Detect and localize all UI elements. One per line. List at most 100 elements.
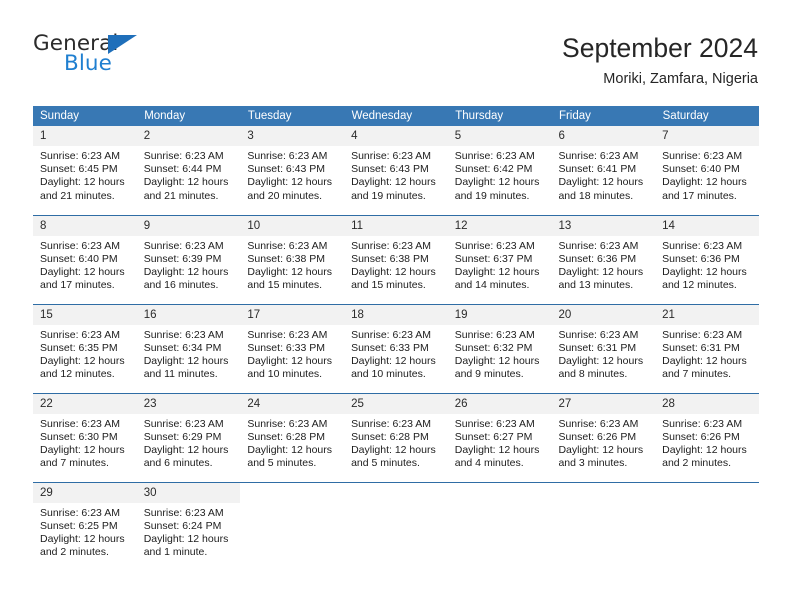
day-details: Sunrise: 6:23 AM Sunset: 6:24 PM Daylight:… — [137, 503, 241, 560]
daylight-text-line1: Daylight: 12 hours — [558, 354, 644, 367]
day-details: Sunrise: 6:23 AM Sunset: 6:44 PM Daylight:… — [137, 146, 241, 203]
day-details: Sunrise: 6:23 AM Sunset: 6:38 PM Daylight:… — [344, 236, 448, 293]
week-row: 15 Sunrise: 6:23 AM Sunset: 6:35 PM Dayligh… — [33, 303, 759, 393]
sunrise-text: Sunrise: 6:23 AM — [143, 328, 224, 341]
sunset-text: Sunset: 6:33 PM — [351, 341, 429, 354]
day-cell[interactable]: 2 Sunrise: 6:23 AM Sunset: 6:44 PM Daylight… — [136, 126, 241, 215]
sunrise-text: Sunrise: 6:23 AM — [558, 328, 639, 341]
sunset-text: Sunset: 6:28 PM — [351, 430, 429, 443]
general-blue-logo[interactable]: General Blue — [33, 33, 213, 79]
day-number: 15 — [33, 304, 137, 325]
sunrise-text: Sunrise: 6:23 AM — [662, 417, 743, 430]
day-cell[interactable]: 10 Sunrise: 6:23 AM Sunset: 6:38 PM Dayligh… — [240, 214, 345, 304]
day-cell[interactable]: 19 Sunrise: 6:23 AM Sunset: 6:32 PM Dayligh… — [447, 303, 552, 393]
day-details: Sunrise: 6:23 AM Sunset: 6:35 PM Daylight:… — [33, 325, 137, 382]
day-cell[interactable]: 6 Sunrise: 6:23 AM Sunset: 6:41 PM Daylight… — [551, 126, 656, 215]
day-cell[interactable]: 22 Sunrise: 6:23 AM Sunset: 6:30 PM Dayligh… — [33, 392, 137, 482]
day-number: 13 — [551, 215, 656, 236]
day-cell[interactable]: 8 Sunrise: 6:23 AM Sunset: 6:40 PM Daylight… — [33, 214, 137, 304]
sunrise-text: Sunrise: 6:23 AM — [40, 150, 120, 162]
day-cell[interactable]: 20 Sunrise: 6:23 AM Sunset: 6:31 PM Dayligh… — [551, 303, 656, 393]
day-cell[interactable]: 21 Sunrise: 6:23 AM Sunset: 6:31 PM Dayligh… — [655, 303, 759, 393]
day-cell[interactable]: 30 Sunrise: 6:23 AM Sunset: 6:24 PM Dayligh… — [136, 481, 241, 571]
day-number — [655, 483, 759, 503]
week-row: 29 Sunrise: 6:23 AM Sunset: 6:25 PM Dayligh… — [33, 481, 759, 571]
day-cell[interactable]: 29 Sunrise: 6:23 AM Sunset: 6:25 PM Dayligh… — [33, 481, 137, 571]
day-cell[interactable]: 3 Sunrise: 6:23 AM Sunset: 6:43 PM Daylight… — [240, 126, 345, 215]
week-row: 1 Sunrise: 6:23 AM Sunset: 6:45 PM Daylight… — [33, 126, 759, 215]
day-cell-empty — [447, 481, 552, 571]
day-cell[interactable]: 17 Sunrise: 6:23 AM Sunset: 6:33 PM Dayligh… — [240, 303, 345, 393]
daylight-text-line2: and 6 minutes. — [143, 457, 213, 470]
daylight-text-line1: Daylight: 12 hours — [558, 443, 644, 456]
sunrise-text: Sunrise: 6:23 AM — [143, 506, 224, 519]
day-number — [551, 483, 655, 503]
sunset-text: Sunset: 6:36 PM — [558, 252, 637, 265]
weekday-header-tuesday: Tuesday — [240, 106, 345, 126]
day-cell[interactable]: 5 Sunrise: 6:23 AM Sunset: 6:42 PM Daylight… — [447, 126, 552, 215]
calendar-body: 1 Sunrise: 6:23 AM Sunset: 6:45 PM Daylight… — [33, 126, 759, 571]
day-number: 3 — [240, 126, 345, 146]
day-number — [448, 483, 552, 503]
day-cell[interactable]: 13 Sunrise: 6:23 AM Sunset: 6:36 PM Dayligh… — [551, 214, 656, 304]
day-cell[interactable]: 9 Sunrise: 6:23 AM Sunset: 6:39 PM Daylight… — [136, 214, 241, 304]
sunrise-text: Sunrise: 6:23 AM — [662, 328, 743, 341]
sunset-text: Sunset: 6:41 PM — [558, 163, 637, 176]
day-number — [240, 483, 344, 503]
day-details: Sunrise: 6:23 AM Sunset: 6:33 PM Daylight:… — [240, 325, 344, 382]
sunset-text: Sunset: 6:31 PM — [558, 341, 637, 354]
day-cell[interactable]: 4 Sunrise: 6:23 AM Sunset: 6:43 PM Daylight… — [344, 126, 448, 215]
day-cell[interactable]: 14 Sunrise: 6:23 AM Sunset: 6:36 PM Dayligh… — [655, 214, 759, 304]
weekday-header-thursday: Thursday — [447, 106, 552, 126]
daylight-text-line1: Daylight: 12 hours — [40, 265, 125, 278]
daylight-text-line2: and 1 minute. — [143, 546, 208, 559]
week-row: 22 Sunrise: 6:23 AM Sunset: 6:30 PM Dayligh… — [33, 392, 759, 482]
day-cell[interactable]: 23 Sunrise: 6:23 AM Sunset: 6:29 PM Dayligh… — [136, 392, 241, 482]
daylight-text-line2: and 2 minutes. — [662, 457, 732, 470]
daylight-text-line2: and 8 minutes. — [558, 368, 628, 381]
daylight-text-line1: Daylight: 12 hours — [662, 176, 747, 189]
day-number: 7 — [655, 126, 759, 146]
day-cell[interactable]: 16 Sunrise: 6:23 AM Sunset: 6:34 PM Dayligh… — [136, 303, 241, 393]
day-details: Sunrise: 6:23 AM Sunset: 6:40 PM Daylight:… — [655, 146, 759, 203]
sunset-text: Sunset: 6:27 PM — [454, 430, 533, 443]
weekday-header-saturday: Saturday — [655, 106, 760, 126]
day-details: Sunrise: 6:23 AM Sunset: 6:41 PM Daylight:… — [551, 146, 655, 203]
day-cell[interactable]: 27 Sunrise: 6:23 AM Sunset: 6:26 PM Dayligh… — [551, 392, 656, 482]
daylight-text-line1: Daylight: 12 hours — [143, 354, 229, 367]
day-cell[interactable]: 24 Sunrise: 6:23 AM Sunset: 6:28 PM Dayligh… — [240, 392, 345, 482]
daylight-text-line1: Daylight: 12 hours — [454, 354, 540, 367]
sunrise-text: Sunrise: 6:23 AM — [558, 417, 639, 430]
day-cell[interactable]: 12 Sunrise: 6:23 AM Sunset: 6:37 PM Dayligh… — [447, 214, 552, 304]
daylight-text-line1: Daylight: 12 hours — [662, 443, 747, 456]
daylight-text-line2: and 21 minutes. — [143, 189, 219, 202]
day-cell[interactable]: 18 Sunrise: 6:23 AM Sunset: 6:33 PM Dayligh… — [344, 303, 448, 393]
day-details: Sunrise: 6:23 AM Sunset: 6:42 PM Daylight:… — [448, 146, 552, 203]
daylight-text-line2: and 12 minutes. — [40, 368, 115, 381]
day-number: 25 — [344, 393, 448, 414]
day-cell[interactable]: 28 Sunrise: 6:23 AM Sunset: 6:26 PM Dayligh… — [655, 392, 759, 482]
day-number: 16 — [136, 304, 241, 325]
sunset-text: Sunset: 6:43 PM — [351, 163, 429, 176]
day-cell[interactable]: 11 Sunrise: 6:23 AM Sunset: 6:38 PM Dayligh… — [344, 214, 448, 304]
day-number — [344, 483, 448, 503]
day-cell[interactable]: 7 Sunrise: 6:23 AM Sunset: 6:40 PM Daylight… — [655, 126, 759, 215]
sunset-text: Sunset: 6:24 PM — [143, 519, 222, 532]
sunset-text: Sunset: 6:28 PM — [247, 430, 326, 443]
sunset-text: Sunset: 6:38 PM — [351, 252, 429, 265]
day-details: Sunrise: 6:23 AM Sunset: 6:36 PM Daylight:… — [655, 236, 759, 293]
day-cell[interactable]: 25 Sunrise: 6:23 AM Sunset: 6:28 PM Dayligh… — [344, 392, 448, 482]
daylight-text-line2: and 12 minutes. — [662, 279, 737, 292]
day-details: Sunrise: 6:23 AM Sunset: 6:26 PM Daylight:… — [655, 414, 759, 471]
day-number: 27 — [551, 393, 656, 414]
day-number: 4 — [344, 126, 448, 146]
daylight-text-line1: Daylight: 12 hours — [247, 176, 333, 189]
day-number: 10 — [240, 215, 345, 236]
sunset-text: Sunset: 6:40 PM — [662, 163, 740, 176]
sunrise-text: Sunrise: 6:23 AM — [40, 239, 120, 252]
day-cell[interactable]: 26 Sunrise: 6:23 AM Sunset: 6:27 PM Dayligh… — [447, 392, 552, 482]
sunset-text: Sunset: 6:44 PM — [143, 163, 222, 176]
day-cell[interactable]: 15 Sunrise: 6:23 AM Sunset: 6:35 PM Dayligh… — [33, 303, 137, 393]
sunrise-text: Sunrise: 6:23 AM — [247, 239, 328, 252]
day-cell[interactable]: 1 Sunrise: 6:23 AM Sunset: 6:45 PM Daylight… — [33, 126, 137, 215]
